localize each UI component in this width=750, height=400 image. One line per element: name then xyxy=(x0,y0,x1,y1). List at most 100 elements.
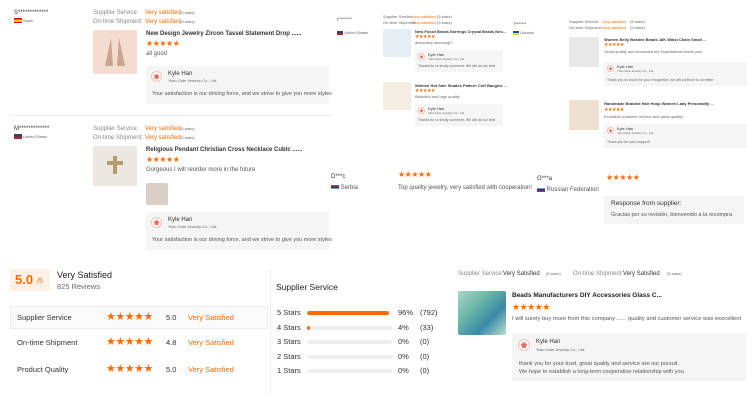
shipment-stars: (5 stars) xyxy=(180,19,195,24)
rating-stars: ★★★★★ xyxy=(604,107,624,113)
rating-text: Very Satisfied xyxy=(188,313,234,322)
us-flag-icon xyxy=(14,134,22,140)
reviewer-name: S************* xyxy=(14,10,49,16)
reviewer-name: D***c xyxy=(331,174,346,180)
spain-flag-icon xyxy=(14,18,22,24)
rating-stars: ★★★★★ xyxy=(398,170,432,179)
reviewer-country: Ukraine xyxy=(513,30,534,35)
divider xyxy=(270,270,271,395)
product-thumbnail[interactable] xyxy=(569,37,599,67)
rating-text: Very Satisfied xyxy=(188,338,234,347)
review-comment: Gorgeous I will reorder more in the futu… xyxy=(146,167,256,173)
supplier-logo-icon: ❀ xyxy=(418,107,425,114)
reply-company: Yiwu Gute Jewelry Co., Ltd. xyxy=(617,69,654,73)
star-level-label: 3 Stars xyxy=(277,337,301,346)
service-value: Very satisfied xyxy=(145,10,181,16)
reply-name: Kyle Han xyxy=(536,339,561,345)
reviewer-country: United States xyxy=(14,134,48,140)
product-thumbnail[interactable] xyxy=(383,29,411,57)
review-comment: Great quality and exceeded my expectatio… xyxy=(604,49,703,54)
country-name: United States xyxy=(344,30,369,35)
review-count[interactable]: 825 Reviews xyxy=(57,282,100,291)
rating-text: Very Satisfied xyxy=(188,365,234,374)
overall-score-max: /5 xyxy=(37,278,43,285)
shipment-value: Very satisfied xyxy=(602,25,626,30)
supplier-reply: ❀ Kyle Han Yiwu Gute Jewelry Co., Ltd. T… xyxy=(415,104,503,126)
shipment-stars: (5 stars) xyxy=(667,271,682,276)
service-value: Very satisfied xyxy=(412,14,436,19)
supplier-logo-icon: ❀ xyxy=(607,65,614,72)
product-thumbnail[interactable] xyxy=(93,146,137,186)
shipment-value: Very satisfied xyxy=(145,19,181,25)
supplier-reply: ❀ Kyle Han Yiwu Gute Jewelry Co., Ltd. t… xyxy=(512,333,746,381)
review-comment: I will surely buy more from this company… xyxy=(512,316,742,322)
rating-stars: ★★★★★ xyxy=(146,39,180,48)
shipment-value: Very Satisfied xyxy=(623,271,660,277)
product-thumbnail[interactable] xyxy=(569,100,599,130)
product-thumbnail[interactable] xyxy=(93,30,137,74)
review-comment: Top quality jewelry, very satisfied with… xyxy=(398,185,532,191)
cross-necklace-icon xyxy=(107,156,123,174)
rating-bar xyxy=(307,326,392,330)
rating-stars: ★★★★★ xyxy=(106,363,153,375)
star-level-label: 2 Stars xyxy=(277,352,301,361)
divider xyxy=(10,115,332,116)
rating-label: Product Quality xyxy=(17,365,69,374)
reply-company: Yiwu Gute Jewelry Co., Ltd. xyxy=(428,111,465,115)
service-label: Supplier Service: xyxy=(569,19,600,24)
product-title[interactable]: Religious Pendant Christian Cross Neckla… xyxy=(146,146,302,154)
reviewer-country: United States xyxy=(337,30,368,35)
shipment-stars: (5 stars) xyxy=(180,135,195,140)
service-label: Supplier Service: xyxy=(93,10,139,16)
country-name: United States xyxy=(23,134,48,139)
country-name: Ukraine xyxy=(520,30,534,35)
supplier-logo-icon: ❀ xyxy=(607,127,614,134)
rating-stars: ★★★★★ xyxy=(512,302,550,312)
rating-stars: ★★★★★ xyxy=(146,155,180,164)
service-value: Very satisfied xyxy=(602,19,626,24)
rating-score: 5.0 xyxy=(166,313,177,322)
rating-bar-fill xyxy=(307,326,311,330)
reply-text: Thank you for your support! xyxy=(607,140,650,144)
star-level-percent: 96% xyxy=(398,308,414,317)
rating-bar-fill xyxy=(307,311,389,315)
review-comment: absolutely stunning!!! xyxy=(415,40,453,45)
reviewer-name: G***a xyxy=(537,176,553,182)
review-comment: all good xyxy=(146,51,168,57)
star-level-label: 1 Stars xyxy=(277,366,301,375)
response-text: Gracias por su revisión, bienvenido a la… xyxy=(611,212,733,218)
supplier-reply: ❀ Kyle Han Yiwu Gute Jewelry Co., Ltd. T… xyxy=(415,50,503,72)
tassel-earring-icon xyxy=(105,38,125,66)
reply-name: Kyle Han xyxy=(168,71,193,77)
service-value: Very Satisfied xyxy=(503,271,540,277)
reviewer-name: M************* xyxy=(14,126,50,132)
reviewer-country: Russian Federation xyxy=(537,186,599,194)
service-value: Very satisfied xyxy=(145,126,181,132)
rating-label: On-time Shipment xyxy=(17,338,78,347)
review-photo[interactable] xyxy=(146,183,168,205)
star-level-percent: 0% xyxy=(398,337,409,346)
shipment-stars: (5 stars) xyxy=(630,25,645,30)
reply-text: thank you for your trust, great quality … xyxy=(519,361,686,375)
service-stars: (5 stars) xyxy=(437,14,452,19)
shipment-value: Very satisfied xyxy=(412,20,436,25)
rating-bar xyxy=(307,355,392,359)
supplier-reply: ❀ Kyle Han Yiwu Gute Jewelry Co., Ltd. Y… xyxy=(146,66,332,104)
product-title[interactable]: Beads Manufacturers DIY Accessories Glas… xyxy=(512,292,662,300)
shipment-value: Very satisfied xyxy=(145,135,181,141)
star-level-percent: 0% xyxy=(398,352,409,361)
rating-score: 5.0 xyxy=(166,365,177,374)
response-label: Response from supplier: xyxy=(611,200,682,207)
rating-label: Supplier Service xyxy=(17,313,72,322)
product-thumbnail[interactable] xyxy=(458,291,506,335)
breakdown-title: Supplier Service xyxy=(276,282,338,292)
service-label: Supplier Service: xyxy=(93,126,139,132)
product-thumbnail[interactable] xyxy=(383,82,411,110)
service-stars: (5 stars) xyxy=(630,19,645,24)
rating-stars: ★★★★★ xyxy=(606,173,640,182)
reviewer-name: j********* xyxy=(337,16,352,21)
product-title[interactable]: New Design Jewelry Zircon Tassel Stateme… xyxy=(146,30,302,38)
supplier-reply: ❀ Kyle Han Yiwu Gute Jewelry Co., Ltd. T… xyxy=(604,62,747,86)
product-title[interactable]: Handmade Braided Hair Hoop Women Lady Pe… xyxy=(604,101,714,106)
russia-flag-icon xyxy=(537,186,545,192)
